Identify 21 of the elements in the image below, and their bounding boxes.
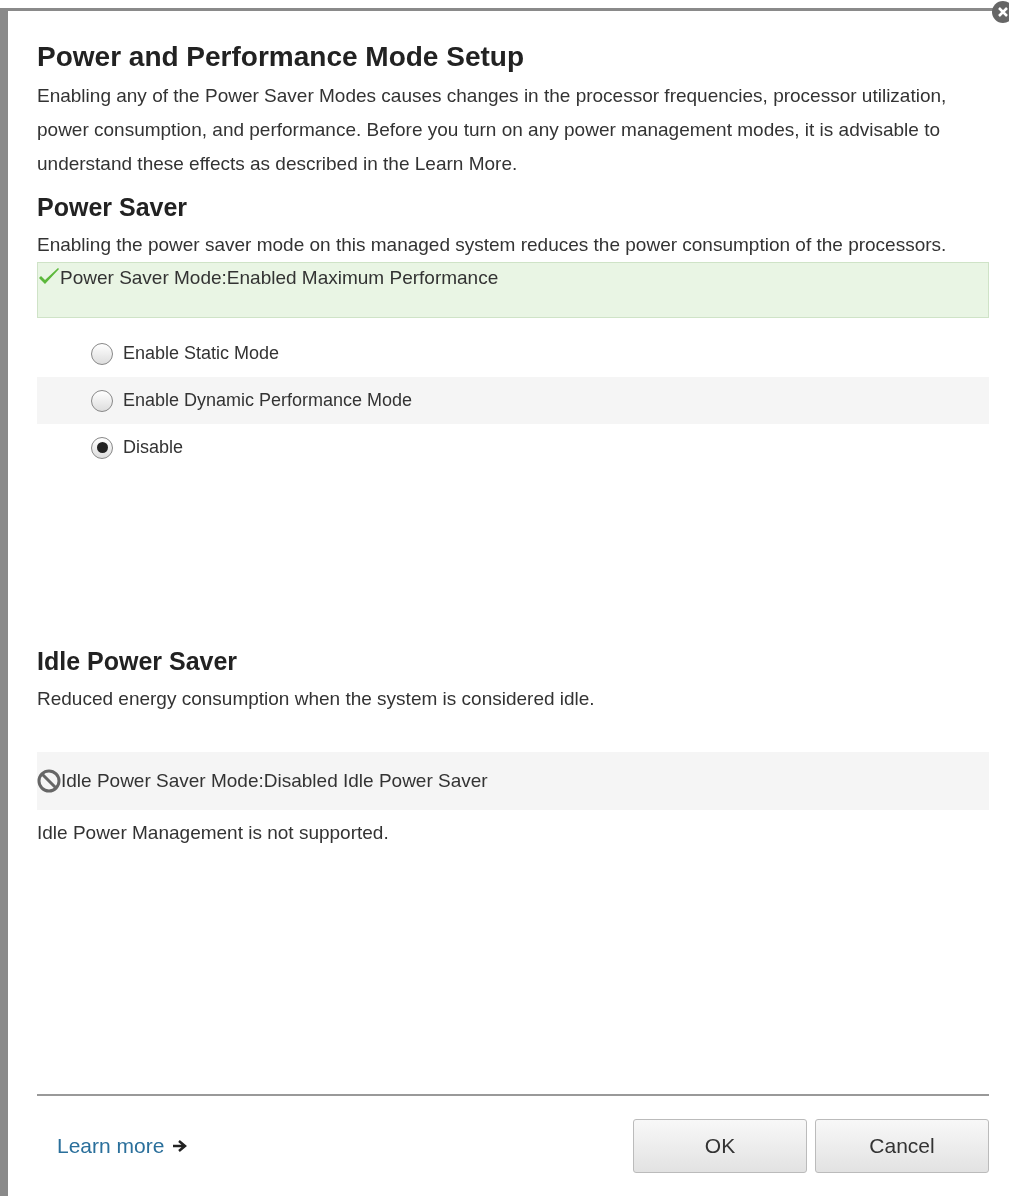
close-icon[interactable] <box>989 0 1009 26</box>
prohibited-icon <box>37 769 61 793</box>
section-description: Enabling the power saver mode on this managed system reduces the power consumption of the processors. <box>37 233 948 257</box>
section-description: Reduced energy consumption when the system is considered idle. <box>37 687 596 711</box>
dialog-title: Power and Performance Mode Setup <box>37 41 525 73</box>
note-text: Idle Power Management is not supported. <box>37 821 390 845</box>
status-text: Idle Power Saver Mode:Disabled Idle Power Saver <box>61 770 488 792</box>
learn-more-link[interactable]: Learn more <box>57 1134 165 1158</box>
arrow-icon <box>172 1139 189 1153</box>
dialog-button[interactable]: OK <box>633 1119 807 1173</box>
option-label[interactable]: Enable Static Mode <box>123 343 280 364</box>
dialog-button[interactable]: Cancel <box>815 1119 989 1173</box>
section-heading: Idle Power Saver <box>37 647 239 676</box>
status-text: Power Saver Mode:Enabled Maximum Performance <box>60 267 499 289</box>
intro-text: Enabling any of the Power Saver Modes causes changes in the processor frequencies, processor utilization, power consumption, and performance. Before you turn on any power management modes, it is advisable to understand these effects as described in the Learn More. <box>37 84 948 176</box>
radio-button[interactable] <box>91 342 113 365</box>
option-label[interactable]: Disable <box>123 437 184 458</box>
radio-button[interactable] <box>91 389 113 412</box>
section-heading: Power Saver <box>37 193 189 222</box>
option-label[interactable]: Enable Dynamic Performance Mode <box>123 390 413 411</box>
radio-button[interactable] <box>91 436 113 459</box>
